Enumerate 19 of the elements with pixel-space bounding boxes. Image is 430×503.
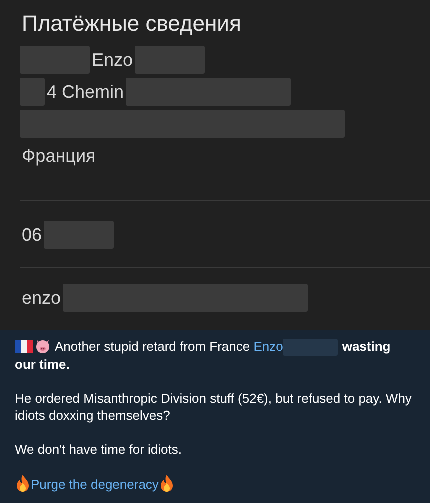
fire-icon (16, 475, 30, 492)
pig-icon (35, 338, 51, 354)
field-value: enzo (21, 286, 62, 310)
message-text: We don't have time for idiots. (15, 441, 183, 458)
flag-icon (15, 340, 33, 353)
field-value: 4 Chemin (46, 80, 126, 104)
redaction-block (20, 78, 45, 106)
link[interactable]: Enzo (254, 339, 284, 354)
field-value: Франция (21, 144, 97, 168)
fire-icon (160, 475, 174, 492)
message-text: Another stupid retard from France Enzo wasting our time. (15, 338, 392, 374)
message-text: He ordered Misanthropic Division stuff (52€), but refused to pay. Why idiots doxxing themselves? (15, 390, 413, 424)
redaction-block (20, 46, 90, 74)
field-value: Enzo (91, 48, 134, 72)
link[interactable]: Purge the degeneracy (31, 477, 159, 492)
redaction-block (135, 46, 206, 74)
redaction-block (44, 221, 114, 249)
section-title: Платёжные сведения (22, 10, 242, 38)
field-value: 06 (21, 224, 44, 246)
